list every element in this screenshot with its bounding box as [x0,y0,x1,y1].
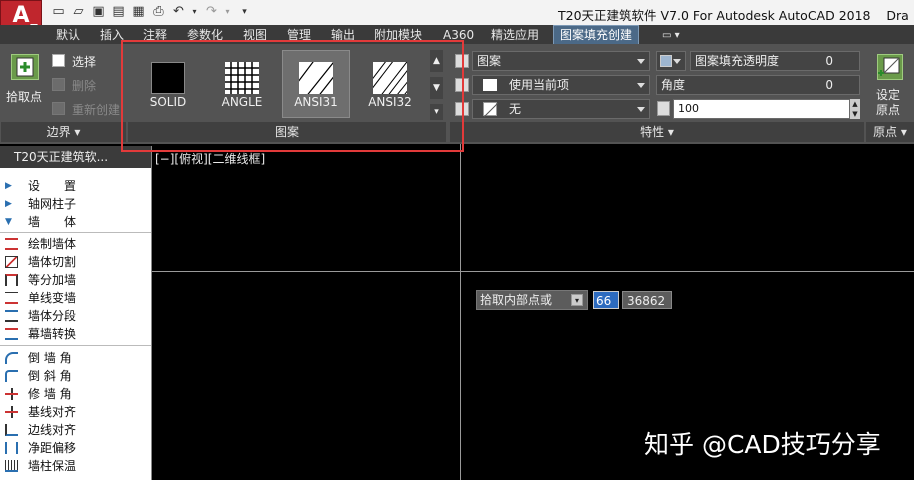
palette-category-wall[interactable]: ▼ 墙 体 [0,213,151,231]
ribbon-minimize-icon[interactable]: ▭ ▾ [662,26,680,45]
remove-boundary-button[interactable]: 删除 [72,77,96,94]
fillet-wall-icon [5,352,18,364]
scale-spinner[interactable]: ▲ ▼ [850,99,860,119]
hatch-type-dropdown[interactable]: 图案 [472,51,650,71]
select-boundary-icon[interactable] [52,54,65,67]
set-origin-icon[interactable] [877,54,903,80]
open-folder-icon[interactable]: ▱ [70,4,87,20]
save-icon[interactable]: ▣ [90,4,107,20]
palette-cmd-draw-wall[interactable]: 绘制墙体 [0,235,151,253]
palette-cmd-wall-cut[interactable]: 墙体切割 [0,253,151,271]
palette-divider [0,345,151,346]
watermark: 知乎 @CAD技巧分享 [644,430,881,459]
tooltip-options-icon[interactable]: ▾ [571,294,583,306]
highlight-box [121,40,464,152]
wall-segment-icon [5,310,18,322]
boundary-panel-title[interactable]: 边界 ▾ [1,122,126,142]
palette-cmd-divide-wall[interactable]: 等分加墙 [0,271,151,289]
wall-cut-icon [5,256,18,268]
align-edge-icon [5,424,18,436]
fix-corner-icon [5,388,18,400]
undo-dropdown-icon[interactable]: ▾ [186,4,203,20]
pick-points-icon[interactable] [11,54,39,80]
properties-panel-title[interactable]: 特性 ▾ [450,122,864,142]
coordinate-x-input[interactable]: 66 [593,291,619,309]
recreate-boundary-icon [52,102,65,115]
align-baseline-icon [5,406,18,418]
palette-cmd-insulation[interactable]: 墙柱保温 [0,457,151,475]
transparency-mode-dropdown[interactable] [656,51,686,71]
tab-default[interactable]: 默认 [56,26,80,45]
command-tooltip: 拾取内部点或 ▾ [476,290,588,310]
set-origin-button[interactable]: 设定 原点 [876,88,900,118]
viewport-divider-horizontal[interactable] [152,271,914,272]
palette-cmd-align-baseline[interactable]: 基线对齐 [0,403,151,421]
print-icon[interactable]: ⎙ [150,4,167,20]
origin-panel-title[interactable]: 原点 ▾ [866,122,914,142]
scale-icon [657,101,670,116]
palette-cmd-offset[interactable]: 净距偏移 [0,439,151,457]
palette-divider [0,232,151,233]
palette-category-settings[interactable]: ▶ 设 置 [0,177,151,195]
palette-cmd-chamfer-wall[interactable]: 倒 斜 角 [0,367,151,385]
new-file-icon[interactable]: ▭ [50,4,67,20]
transparency-field[interactable]: 图案填充透明度 0 [690,51,860,71]
curtain-wall-icon [5,328,18,340]
viewport-divider-vertical[interactable] [460,144,461,480]
undo-icon[interactable]: ↶ [170,4,187,20]
offset-icon [5,442,18,454]
window-title: T20天正建筑软件 V7.0 For Autodesk AutoCAD 2018… [558,8,909,23]
scale-input[interactable]: 100 [673,99,850,119]
palette-cmd-wall-segment[interactable]: 墙体分段 [0,307,151,325]
recreate-boundary-button[interactable]: 重新创建 [72,101,120,118]
plot-icon[interactable]: ▦ [130,4,147,20]
background-color-dropdown[interactable]: 无 [472,99,650,119]
palette-border [151,146,152,480]
angle-field[interactable]: 角度 0 [656,75,860,95]
tab-hatch-creation[interactable]: 图案填充创建 [553,25,640,45]
draw-wall-icon [5,238,18,250]
expand-arrow-icon: ▶ [5,199,12,209]
redo-icon[interactable]: ↷ [203,4,220,20]
line-to-wall-icon [5,292,18,304]
none-color-icon [483,102,499,118]
collapse-arrow-icon: ▼ [5,217,12,227]
palette-gap [0,168,151,177]
coordinate-y-input[interactable]: 36862 [622,291,672,309]
select-boundary-button[interactable]: 选择 [72,53,96,70]
redo-dropdown-icon[interactable]: ▾ [219,4,236,20]
palette-cmd-align-edge[interactable]: 边线对齐 [0,421,151,439]
tab-featured-apps[interactable]: 精选应用 [491,26,539,45]
palette-cmd-fix-wall-corner[interactable]: 修 墙 角 [0,385,151,403]
palette-category-grid[interactable]: ▶ 轴网柱子 [0,195,151,213]
save-as-icon[interactable]: ▤ [110,4,127,20]
viewport-controls[interactable]: [−][俯视][二维线框] [155,150,265,167]
palette-cmd-line-to-wall[interactable]: 单线变墙 [0,289,151,307]
hatch-color-dropdown[interactable]: 使用当前项 [472,75,650,95]
customize-qat-icon[interactable]: ▾ [236,4,253,20]
pick-points-button[interactable]: 拾取点 [6,88,42,105]
remove-boundary-icon [52,78,65,91]
chamfer-wall-icon [5,370,18,382]
color-swatch [483,79,497,91]
insulation-icon [5,460,18,472]
expand-arrow-icon: ▶ [5,181,12,191]
palette-cmd-curtain-wall[interactable]: 幕墙转换 [0,325,151,343]
divide-wall-icon [5,274,18,286]
palette-cmd-fillet-wall[interactable]: 倒 墙 角 [0,349,151,367]
